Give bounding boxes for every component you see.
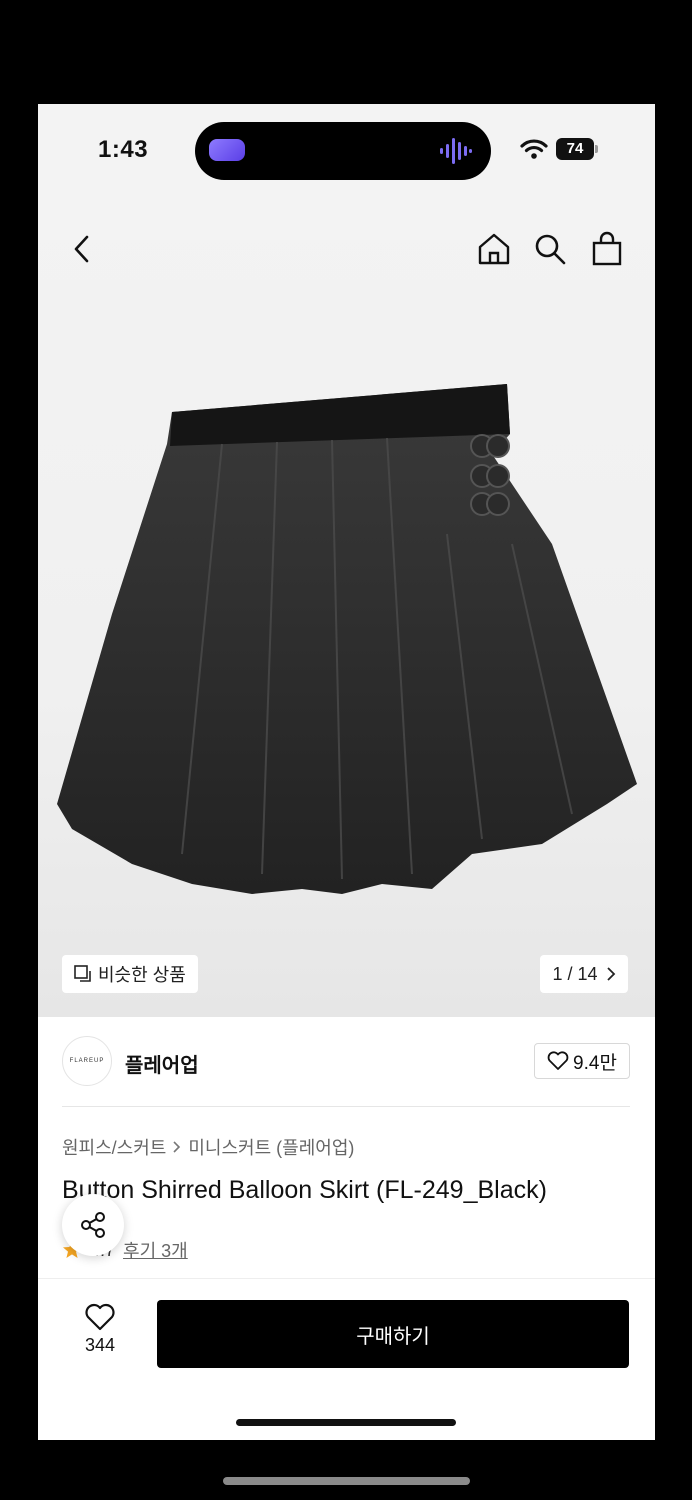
wifi-icon (520, 139, 548, 159)
search-icon (535, 234, 566, 265)
wishlist-count: 344 (84, 1335, 116, 1355)
breadcrumb-category[interactable]: 원피스/스커트 (62, 1134, 166, 1160)
home-icon (478, 233, 510, 265)
bottom-action-bar: 344 구매하기 (38, 1278, 655, 1440)
outer-home-indicator (223, 1477, 470, 1485)
divider (62, 1106, 630, 1107)
search-button[interactable] (530, 229, 570, 269)
home-button[interactable] (474, 229, 514, 269)
similar-products-label: 비슷한 상품 (98, 965, 186, 985)
wishlist-button[interactable]: 344 (70, 1303, 130, 1369)
product-title: Button Shirred Balloon Skirt (FL-249_Bla… (62, 1176, 547, 1204)
status-bar: 1:43 74 (38, 104, 655, 199)
home-indicator[interactable] (236, 1419, 456, 1426)
image-page-counter[interactable]: 1 / 14 (540, 955, 628, 993)
similar-icon (74, 965, 91, 982)
brand-logo[interactable]: FLAREUP (62, 1036, 112, 1086)
chevron-right-icon (606, 967, 615, 981)
back-button[interactable] (62, 229, 102, 269)
breadcrumb-subcategory[interactable]: 미니스커트 (플레어업) (188, 1134, 354, 1160)
shopping-bag-icon (592, 231, 622, 266)
brand-logo-text: FLAREUP (69, 1058, 105, 1064)
breadcrumb: 원피스/스커트 미니스커트 (플레어업) (62, 1134, 354, 1160)
share-button[interactable] (62, 1194, 124, 1256)
heart-icon (547, 1051, 569, 1070)
audio-wave-icon (440, 138, 472, 164)
brand-name[interactable]: 플레어업 (125, 1049, 199, 1078)
battery-level: 74 (556, 138, 594, 160)
review-count-link[interactable]: 후기 3개 (123, 1237, 188, 1263)
product-image-gallery[interactable]: 비슷한 상품 1 / 14 (38, 199, 655, 1017)
brand-like-button[interactable]: 9.4만 (534, 1043, 630, 1079)
page-counter-text: 1 / 14 (552, 963, 598, 984)
similar-products-button[interactable]: 비슷한 상품 (62, 955, 198, 993)
buy-button[interactable]: 구매하기 (157, 1300, 629, 1368)
brand-like-count: 9.4만 (573, 1052, 617, 1074)
app-icon (209, 139, 245, 161)
back-icon (74, 235, 89, 263)
dynamic-island (195, 122, 491, 180)
product-image (57, 384, 637, 894)
shopping-bag-button[interactable] (587, 229, 627, 269)
heart-icon (85, 1303, 115, 1331)
chevron-right-icon (173, 1141, 181, 1153)
share-icon (81, 1212, 105, 1238)
battery-icon: 74 (556, 138, 598, 160)
brand-row: FLAREUP 플레어업 9.4만 (62, 1036, 630, 1086)
status-time: 1:43 (98, 136, 149, 163)
phone-screen: 1:43 74 비슷한 상품 1 / 14 FLAREUP 플레어업 9.4만 … (38, 104, 655, 1440)
